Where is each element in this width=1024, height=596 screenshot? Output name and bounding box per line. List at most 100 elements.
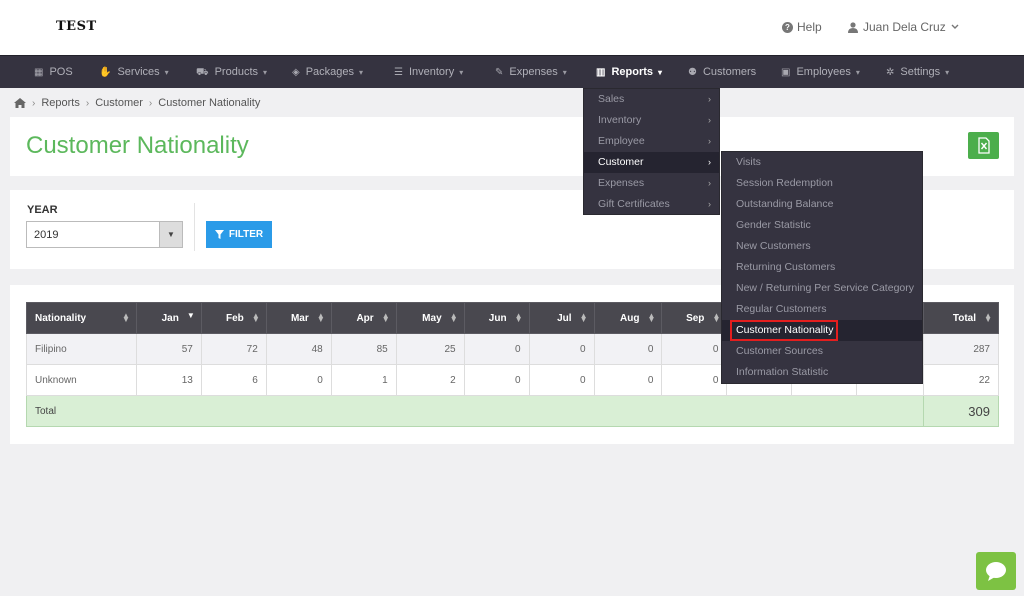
gear-icon: ✲ [886,67,895,78]
column-header-apr[interactable]: Apr ▲ ▼ [330,302,397,334]
submenu-item-information-statistic[interactable]: Information Statistic [722,362,922,383]
submenu-item-session-redemption[interactable]: Session Redemption [722,173,922,194]
cell-nationality: Filipino [26,333,137,365]
submenu-item-regular-customers[interactable]: Regular Customers [722,299,922,320]
breadcrumb-reports[interactable]: Reports [41,97,80,109]
cell-value: 0 [463,333,530,365]
nav-item-settings[interactable]: ✲ Settings ▾ [886,56,949,88]
menu-item-label: Visits [736,156,761,168]
nav-item-employees[interactable]: ▣ Employees ▾ [781,56,860,88]
cell-total: 287 [922,333,1000,365]
chevron-right-icon: › [708,157,711,167]
menu-item-gift-certificates[interactable]: Gift Certificates › [584,194,719,215]
nav-item-label: Packages [305,66,355,78]
header-label: Feb [226,312,244,324]
nav-item-services[interactable]: ✋ Services ▾ [99,56,169,88]
column-header-sep[interactable]: Sep ▲ ▼ [661,302,728,334]
menu-item-label: Information Statistic [736,366,829,378]
breadcrumb: › Reports › Customer › Customer National… [14,97,260,109]
nav-item-reports[interactable]: ▥ Reports ▾ [596,56,662,88]
column-header-total[interactable]: Total ▲ ▼ [922,302,1000,334]
column-header-jun[interactable]: Jun ▲ ▼ [463,302,530,334]
cell-value: 0 [528,333,595,365]
top-bar: TEST ? Help Juan Dela Cruz [0,0,1024,55]
menu-item-inventory[interactable]: Inventory › [584,110,719,131]
submenu-item-new-customers[interactable]: New Customers [722,236,922,257]
chevron-down-icon: ▾ [562,68,567,77]
nav-item-label: Services [117,66,160,78]
chat-bubble-icon [986,562,1006,581]
menu-item-expenses[interactable]: Expenses › [584,173,719,194]
header-label: Jan [161,312,179,324]
filter-button[interactable]: FILTER [206,221,272,248]
menu-item-employee[interactable]: Employee › [584,131,719,152]
header-label: Mar [290,312,309,324]
nav-item-expenses[interactable]: ✎ Expenses ▾ [495,56,567,88]
menu-item-label: Employee [598,135,645,147]
breadcrumb-customer[interactable]: Customer [95,97,143,109]
header-label: Jun [488,312,507,324]
column-header-nationality[interactable]: Nationality ▲ ▼ [26,302,137,334]
cell-value: 0 [661,364,728,396]
chat-widget-button[interactable] [976,552,1016,590]
user-icon [848,21,858,33]
export-excel-button[interactable] [968,132,999,159]
column-header-jan[interactable]: Jan ▼ [135,302,202,334]
nav-item-label: Settings [900,66,941,78]
submenu-item-new-returning-per-category[interactable]: New / Returning Per Service Category [722,278,922,299]
submenu-item-outstanding-balance[interactable]: Outstanding Balance [722,194,922,215]
nav-item-label: POS [49,66,73,78]
submenu-item-customer-sources[interactable]: Customer Sources [722,341,922,362]
home-icon[interactable] [14,98,26,108]
cell-value: 0 [463,364,530,396]
grand-total: 309 [922,395,1000,427]
nav-item-packages[interactable]: ◈ Packages ▾ [292,56,363,88]
column-header-feb[interactable]: Feb ▲ ▼ [200,302,267,334]
sort-icon: ▲ ▼ [712,311,721,324]
user-menu[interactable]: Juan Dela Cruz [848,20,959,34]
main-nav: ▦ POS ✋ Services ▾ ⛟ Products ▾ ◈ Packages ▾ ☰ I… [0,55,1024,88]
breadcrumb-current: Customer Nationality [158,97,261,109]
help-link[interactable]: ? Help [782,20,822,34]
submenu-item-customer-nationality[interactable]: Customer Nationality [722,320,922,341]
total-label: Total [26,395,924,427]
chevron-right-icon: › [708,136,711,146]
year-label: YEAR [27,204,58,216]
nav-item-pos[interactable]: ▦ POS [34,56,73,88]
user-name: Juan Dela Cruz [863,20,946,34]
submenu-item-returning-customers[interactable]: Returning Customers [722,257,922,278]
column-header-jul[interactable]: Jul ▲ ▼ [528,302,595,334]
menu-item-label: Session Redemption [736,177,833,189]
menu-item-label: Gender Statistic [736,219,811,231]
cell-value: 2 [395,364,465,396]
nav-item-products[interactable]: ⛟ Products ▾ [196,56,267,88]
year-select[interactable]: 2019 ▼ [26,221,183,248]
menu-item-label: New Customers [736,240,811,252]
sort-desc-icon: ▼ [186,311,195,320]
column-header-mar[interactable]: Mar ▲ ▼ [265,302,332,334]
header-label: May [422,312,442,324]
submenu-item-visits[interactable]: Visits [722,152,922,173]
customer-submenu: Visits Session Redemption Outstanding Ba… [721,151,923,384]
menu-item-sales[interactable]: Sales › [584,89,719,110]
menu-item-label: Inventory [598,114,642,126]
column-header-aug[interactable]: Aug ▲ ▼ [593,302,663,334]
header-label: Nationality [35,312,87,324]
nav-item-label: Customers [702,66,757,78]
sort-icon: ▲ ▼ [514,311,523,324]
nav-item-customers[interactable]: ⚉ Customers [688,56,756,88]
cell-value: 13 [135,364,202,396]
menu-item-customer[interactable]: Customer › [584,152,719,173]
menu-item-label: Expenses [598,177,645,189]
menu-item-label: Customer Nationality [736,324,834,336]
breadcrumb-separator-icon: › [148,97,153,109]
column-header-may[interactable]: May ▲ ▼ [395,302,465,334]
chevron-right-icon: › [708,94,711,104]
nav-item-inventory[interactable]: ☰ Inventory ▾ [394,56,463,88]
app-logo[interactable]: TEST [56,19,97,34]
menu-item-label: Customer Sources [736,345,823,357]
submenu-item-gender-statistic[interactable]: Gender Statistic [722,215,922,236]
help-label: Help [797,20,822,34]
cell-value: 85 [330,333,397,365]
tags-icon: ◈ [292,67,300,78]
